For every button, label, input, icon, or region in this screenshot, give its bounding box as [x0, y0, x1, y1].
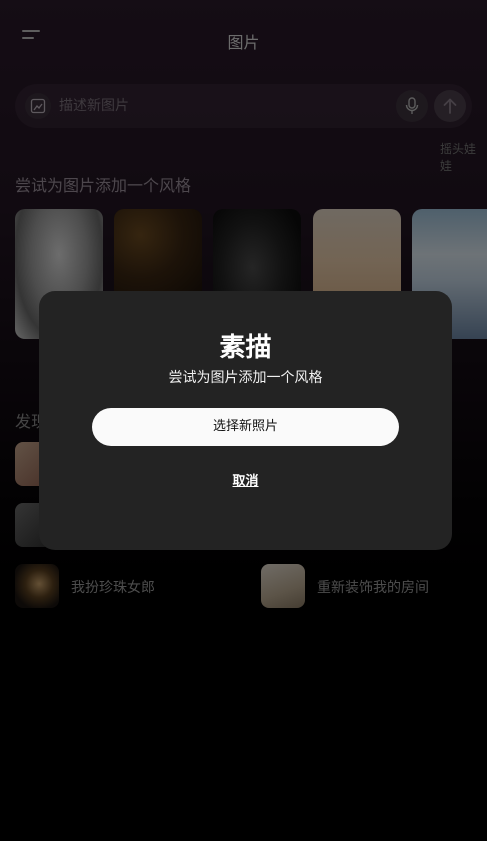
modal-title: 素描 [219, 333, 272, 363]
cancel-button[interactable]: 取消 [39, 470, 452, 489]
modal-subtitle: 尝试为图片添加一个风格 [168, 370, 323, 386]
style-modal: 素描 尝试为图片添加一个风格 选择新照片 取消 [39, 291, 452, 550]
choose-new-photo-button[interactable]: 选择新照片 [92, 408, 399, 446]
